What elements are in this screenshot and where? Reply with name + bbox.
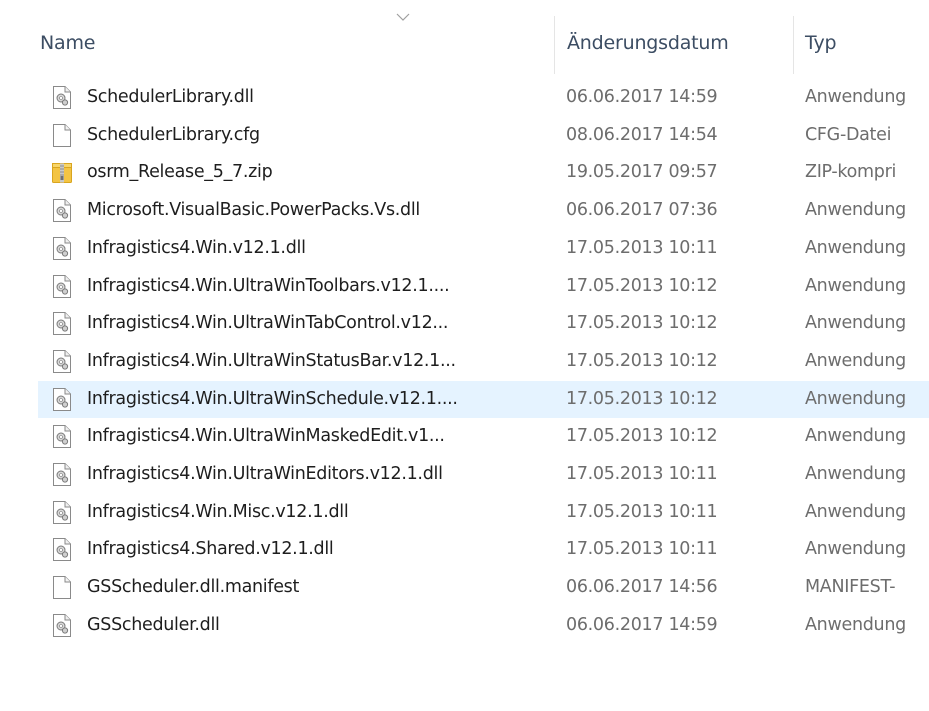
file-date: 17.05.2013 10:11 bbox=[566, 237, 718, 258]
file-date: 06.06.2017 14:59 bbox=[566, 614, 718, 635]
file-type: Anwendung bbox=[805, 614, 906, 635]
file-row[interactable]: Infragistics4.Win.UltraWinStatusBar.v12.… bbox=[38, 343, 929, 380]
file-name: Infragistics4.Shared.v12.1.dll bbox=[87, 539, 334, 560]
dll-icon bbox=[51, 613, 73, 638]
file-date: 06.06.2017 14:56 bbox=[566, 577, 718, 598]
file-name: Infragistics4.Win.Misc.v12.1.dll bbox=[87, 501, 349, 522]
file-name: GSScheduler.dll bbox=[87, 614, 220, 635]
file-type: Anwendung bbox=[805, 200, 906, 221]
file-type: CFG-Datei bbox=[805, 124, 892, 145]
dll-icon bbox=[51, 462, 73, 487]
file-type: MANIFEST- bbox=[805, 577, 896, 598]
file-date: 17.05.2013 10:12 bbox=[566, 388, 718, 409]
file-name: SchedulerLibrary.dll bbox=[87, 87, 254, 107]
file-name: Infragistics4.Win.UltraWinToolbars.v12.1… bbox=[87, 275, 450, 296]
file-type: ZIP-kompri bbox=[805, 162, 897, 183]
column-header-date[interactable]: Änderungsdatum bbox=[567, 32, 729, 54]
dll-icon bbox=[51, 387, 73, 412]
file-name: Infragistics4.Win.UltraWinStatusBar.v12.… bbox=[87, 350, 456, 371]
file-type: Anwendung bbox=[805, 275, 906, 296]
file-date: 17.05.2013 10:12 bbox=[566, 350, 718, 371]
file-date: 17.05.2013 10:12 bbox=[566, 426, 718, 447]
file-type: Anwendung bbox=[805, 237, 906, 258]
file-row[interactable]: Infragistics4.Win.v12.1.dll 17.05.2013 10… bbox=[38, 230, 929, 267]
column-header-row: Name Änderungsdatum Typ bbox=[0, 0, 929, 76]
file-row[interactable]: osrm_Release_5_7.zip 19.05.2017 09:57 ZIP-… bbox=[38, 154, 929, 191]
file-row[interactable]: GSScheduler.dll 06.06.2017 14:59 Anwendung bbox=[38, 607, 929, 644]
file-date: 17.05.2013 10:11 bbox=[566, 501, 718, 522]
blank-file-icon bbox=[51, 123, 73, 148]
dll-icon bbox=[51, 311, 73, 336]
file-type: Anwendung bbox=[805, 501, 906, 522]
blank-file-icon bbox=[51, 575, 73, 600]
dll-icon bbox=[51, 537, 73, 562]
dll-icon bbox=[51, 85, 73, 110]
dll-icon bbox=[51, 424, 73, 449]
file-date: 17.05.2013 10:11 bbox=[566, 539, 718, 560]
file-date: 19.05.2017 09:57 bbox=[566, 162, 718, 183]
file-date: 08.06.2017 14:54 bbox=[566, 124, 718, 145]
file-row[interactable]: Infragistics4.Win.UltraWinTabControl.v12… bbox=[38, 305, 929, 342]
file-row[interactable]: Microsoft.VisualBasic.PowerPacks.Vs.dll 0… bbox=[38, 192, 929, 229]
file-date: 17.05.2013 10:12 bbox=[566, 313, 718, 334]
file-row[interactable]: SchedulerLibrary.dll 06.06.2017 14:59 Anwe… bbox=[38, 79, 929, 116]
file-row-selected[interactable]: Infragistics4.Win.UltraWinSchedule.v12.1… bbox=[38, 380, 929, 418]
file-row[interactable]: Infragistics4.Shared.v12.1.dll 17.05.2013… bbox=[38, 531, 929, 568]
file-name: osrm_Release_5_7.zip bbox=[87, 162, 273, 183]
file-row[interactable]: Infragistics4.Win.UltraWinToolbars.v12.1… bbox=[38, 268, 929, 305]
file-name: GSScheduler.dll.manifest bbox=[87, 577, 300, 598]
column-header-type[interactable]: Typ bbox=[805, 32, 837, 54]
file-date: 17.05.2013 10:12 bbox=[566, 275, 718, 296]
file-name: Infragistics4.Win.UltraWinSchedule.v12.1… bbox=[87, 388, 458, 409]
file-name: Infragistics4.Win.UltraWinTabControl.v12… bbox=[87, 313, 449, 334]
file-name: Microsoft.VisualBasic.PowerPacks.Vs.dll bbox=[87, 200, 420, 221]
file-name: Infragistics4.Win.v12.1.dll bbox=[87, 237, 306, 258]
file-type: Anwendung bbox=[805, 87, 906, 107]
sort-indicator-icon bbox=[396, 13, 410, 21]
file-row[interactable]: SchedulerLibrary.cfg 08.06.2017 14:54 CFG-… bbox=[38, 117, 929, 154]
file-type: Anwendung bbox=[805, 464, 906, 484]
file-type: Anwendung bbox=[805, 539, 906, 560]
file-date: 06.06.2017 07:36 bbox=[566, 200, 718, 221]
file-type: Anwendung bbox=[805, 313, 906, 334]
file-type: Anwendung bbox=[805, 426, 906, 447]
dll-icon bbox=[51, 500, 73, 525]
file-date: 17.05.2013 10:11 bbox=[566, 464, 718, 484]
file-row[interactable]: Infragistics4.Win.Misc.v12.1.dll 17.05.20… bbox=[38, 494, 929, 531]
column-divider[interactable] bbox=[793, 16, 794, 74]
dll-icon bbox=[51, 198, 73, 223]
dll-icon bbox=[51, 274, 73, 299]
file-type: Anwendung bbox=[805, 350, 906, 371]
file-name: Infragistics4.Win.UltraWinEditors.v12.1.… bbox=[87, 464, 443, 484]
zip-folder-icon bbox=[51, 160, 73, 185]
column-header-name[interactable]: Name bbox=[40, 32, 95, 54]
file-name: SchedulerLibrary.cfg bbox=[87, 124, 260, 145]
dll-icon bbox=[51, 236, 73, 261]
dll-icon bbox=[51, 349, 73, 374]
file-row[interactable]: Infragistics4.Win.UltraWinEditors.v12.1.… bbox=[38, 456, 929, 493]
file-row[interactable]: GSScheduler.dll.manifest 06.06.2017 14:56… bbox=[38, 569, 929, 606]
column-divider[interactable] bbox=[554, 16, 555, 74]
file-date: 06.06.2017 14:59 bbox=[566, 87, 718, 107]
file-type: Anwendung bbox=[805, 388, 906, 409]
file-name: Infragistics4.Win.UltraWinMaskedEdit.v1.… bbox=[87, 426, 445, 447]
file-row[interactable]: Infragistics4.Win.UltraWinMaskedEdit.v1.… bbox=[38, 418, 929, 455]
